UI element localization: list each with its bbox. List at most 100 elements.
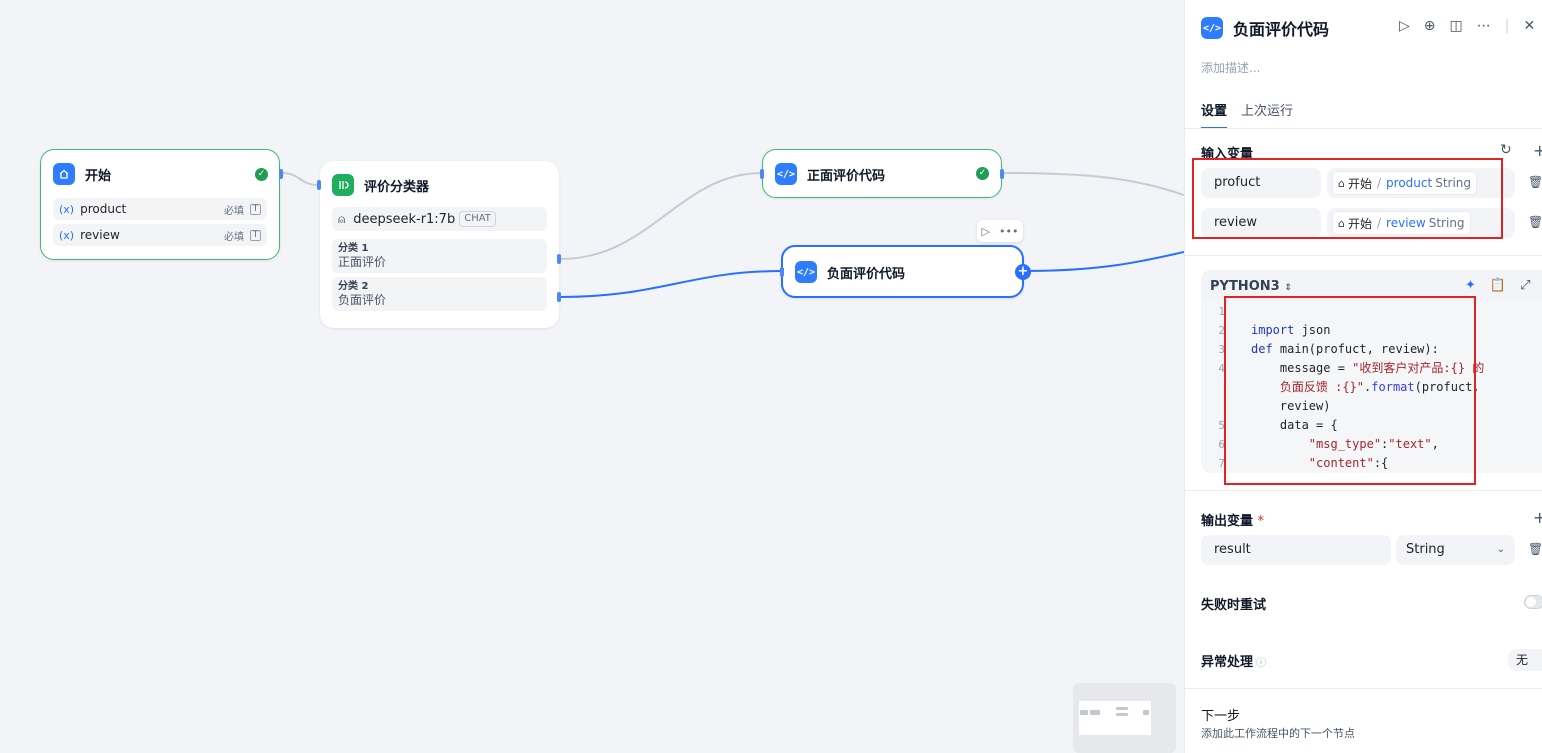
node-start[interactable]: 开始 ✓ (x) product 必填 T (x) review 必填 T [40,149,283,260]
line-numbers: 1 2 3 4 5 6 7 [1218,305,1225,470]
class-item-1: 分类 1 正面评价 [332,239,547,273]
code-toolbar: ✦ 📋 ⤢ [1465,278,1531,293]
input-handle[interactable] [317,180,321,190]
class-item-2: 分类 2 负面评价 [332,277,547,311]
section-divider [1185,688,1542,689]
model-provider-icon: ⍝ [338,211,346,226]
retry-label: 失败时重试 [1201,598,1267,613]
model-mode-badge: CHAT [459,211,496,227]
code-editor[interactable]: PYTHON3 ⇕ ✦ 📋 ⤢ 1 2 3 4 5 6 7 import jso… [1201,270,1542,473]
retry-toggle[interactable] [1524,595,1542,609]
node-quick-toolbar: ▷ ••• [977,220,1023,242]
more-icon[interactable]: ⋯ [1477,18,1491,34]
home-icon: ⌂ [1338,176,1345,190]
language-select[interactable]: PYTHON3 ⇕ [1210,279,1292,294]
text-type-icon: T [250,203,261,215]
add-next-node-button[interactable]: + [1015,264,1031,280]
help-icon: ⓘ [1256,658,1267,669]
error-handling-select[interactable]: 无 [1508,649,1542,671]
class2-output-handle[interactable] [557,292,561,302]
start-var-review: (x) review 必填 T [53,224,267,246]
trash-icon[interactable]: 🗑 [1528,215,1542,229]
node-title: 开始 [85,168,112,184]
close-icon[interactable]: ✕ [1523,18,1535,34]
next-step-title: 下一步 [1201,709,1241,724]
edge-class2-negative [560,270,783,298]
play-icon[interactable]: ▷ [1399,18,1410,34]
minimap-node [1116,713,1128,716]
model-name: deepseek-r1:7b [353,211,456,227]
edge-positive-out [1002,172,1184,196]
code-icon: </> [795,261,817,283]
node-negative-code[interactable]: </> 负面评价代码 + [780,245,1031,298]
minimap-node [1080,710,1088,715]
input-handle[interactable] [780,267,784,277]
node-positive-code[interactable]: </> 正面评价代码 ✓ [760,149,1004,198]
tab-divider [1185,128,1542,129]
model-selector[interactable]: ⍝ deepseek-r1:7b CHAT [332,207,547,231]
node-classifier[interactable]: 评价分类器 ⍝ deepseek-r1:7b CHAT 分类 1 正面评价 分类… [317,161,561,328]
next-step-desc: 添加此工作流程中的下一个节点 [1201,727,1355,740]
add-input-icon[interactable]: + [1533,141,1542,160]
home-icon: ⌂ [1338,216,1345,230]
start-var-product: (x) product 必填 T [53,198,267,220]
refresh-icon[interactable]: ↻ [1500,142,1512,158]
minimap[interactable] [1073,683,1176,753]
add-output-icon[interactable]: + [1533,508,1542,527]
error-handling-label: 异常处理 ⓘ [1201,655,1267,670]
chevron-down-icon: ⌄ [1496,544,1505,555]
code-icon: </> [1201,17,1223,39]
class1-output-handle[interactable] [557,254,561,264]
workflow-canvas[interactable]: 开始 ✓ (x) product 必填 T (x) review 必填 T 评价… [0,0,1184,753]
tab-settings[interactable]: 设置 [1201,100,1228,129]
input-var-reference[interactable]: ⌂ 开始 / product String [1327,168,1515,198]
code-body[interactable]: 1 2 3 4 5 6 7 import json def main(profu… [1201,302,1542,473]
code-lines: import json def main(profuct, review): m… [1251,323,1485,470]
trash-icon[interactable]: 🗑 [1528,542,1542,556]
minimap-viewport [1079,701,1151,735]
minimap-node [1143,710,1149,715]
variable-icon: (x) [59,202,75,216]
edge-class1-positive [560,172,763,260]
trash-icon[interactable]: 🗑 [1528,175,1542,189]
input-var-name-field[interactable]: review [1201,208,1321,238]
ai-sparkle-icon[interactable]: ✦ [1465,278,1476,293]
input-var-reference[interactable]: ⌂ 开始 / review String [1327,208,1515,238]
section-divider [1185,490,1542,491]
panel-tabs: 设置 上次运行 [1201,100,1293,129]
node-title: 评价分类器 [364,179,430,195]
book-icon[interactable]: ◫ [1450,18,1463,34]
tab-last-run[interactable]: 上次运行 [1241,100,1293,129]
expand-icon[interactable]: ⤢ [1520,278,1530,293]
edges-layer [281,172,1184,298]
input-vars-label: 输入变量 [1201,147,1254,162]
output-handle[interactable] [1000,169,1004,179]
edge-negative-out [1023,251,1184,272]
code-icon: </> [775,163,797,185]
play-icon[interactable]: ▷ [982,225,990,238]
description-input[interactable]: 添加描述... [1201,59,1260,76]
output-var-name-field[interactable]: result [1201,535,1391,565]
output-handle[interactable] [279,169,283,179]
classifier-icon [332,174,354,196]
crosshair-icon[interactable]: ⊕ [1424,18,1436,34]
minimap-node [1090,710,1100,715]
success-check-icon: ✓ [976,167,989,180]
success-check-icon: ✓ [255,168,268,181]
text-type-icon: T [250,229,261,241]
output-type-select[interactable]: String ⌄ [1396,535,1515,565]
node-title: 负面评价代码 [827,266,906,282]
node-title: 正面评价代码 [807,168,886,184]
input-var-name-field[interactable]: profuct [1201,168,1321,198]
output-vars-label: 输出变量 * [1201,514,1265,529]
minimap-node [1116,707,1128,710]
more-icon[interactable]: ••• [999,225,1018,238]
panel-title[interactable]: 负面评价代码 [1233,16,1329,40]
clipboard-icon[interactable]: 📋 [1490,278,1506,293]
home-icon [53,163,75,185]
input-handle[interactable] [760,169,764,179]
section-divider [1185,255,1542,256]
panel-toolbar: ▷ ⊕ ◫ ⋯ | ✕ [1399,18,1535,34]
node-config-panel: </> 负面评价代码 ▷ ⊕ ◫ ⋯ | ✕ 添加描述... 设置 上次运行 输… [1184,0,1542,753]
variable-icon: (x) [59,228,75,242]
